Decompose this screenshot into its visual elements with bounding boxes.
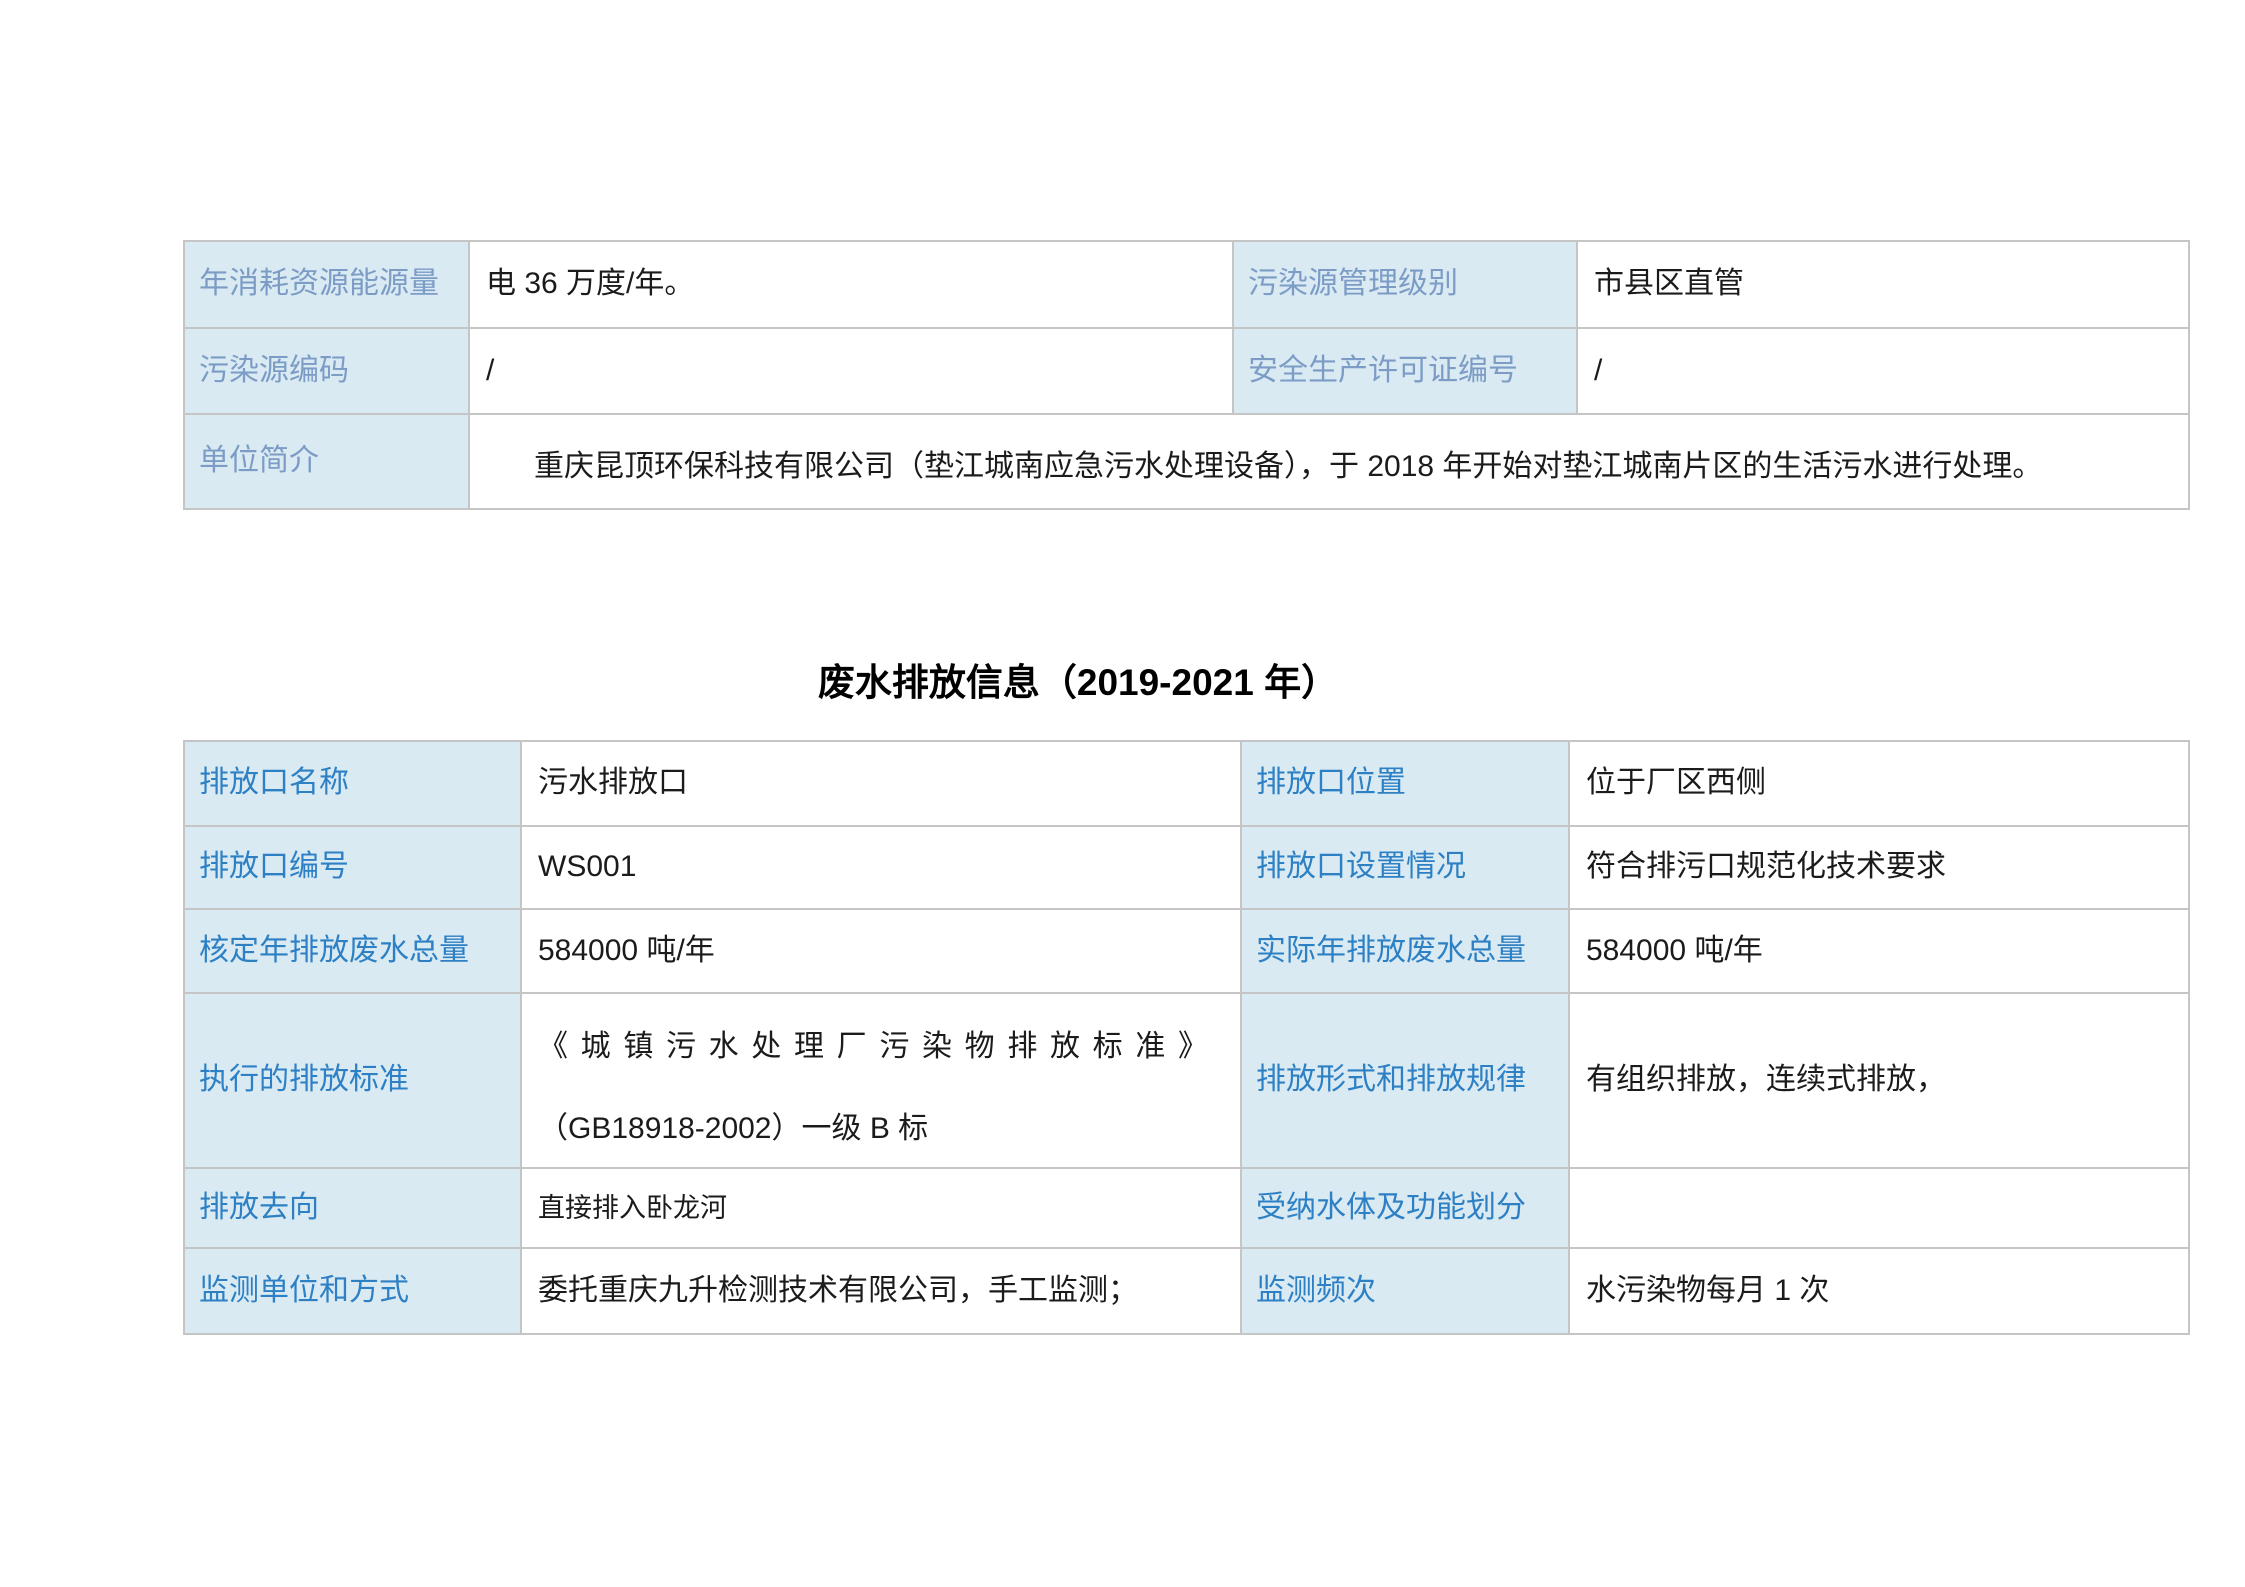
pollution-source-code-value: / xyxy=(470,329,1234,415)
discharge-destination-value: 直接排入卧龙河 xyxy=(522,1169,1242,1249)
outlet-name-value: 污水排放口 xyxy=(522,742,1242,827)
outlet-number-value: WS001 xyxy=(522,827,1242,910)
discharge-form-pattern-value: 有组织排放，连续式排放， xyxy=(1570,994,2190,1169)
outlet-location-value: 位于厂区西侧 xyxy=(1570,742,2190,827)
discharge-destination-label: 排放去向 xyxy=(185,1169,522,1249)
pollution-source-code-label: 污染源编码 xyxy=(185,329,470,415)
company-profile-label: 单位简介 xyxy=(185,415,470,510)
receiving-water-body-value xyxy=(1570,1169,2190,1249)
actual-annual-wastewater-label: 实际年排放废水总量 xyxy=(1242,910,1570,994)
outlet-number-label: 排放口编号 xyxy=(185,827,522,910)
discharge-form-pattern-label: 排放形式和排放规律 xyxy=(1242,994,1570,1169)
approved-annual-wastewater-value: 584000 吨/年 xyxy=(522,910,1242,994)
monitoring-unit-method-value: 委托重庆九升检测技术有限公司，手工监测； xyxy=(522,1249,1242,1335)
company-profile-value: 重庆昆顶环保科技有限公司（垫江城南应急污水处理设备），于 2018 年开始对垫江… xyxy=(470,415,2190,510)
monitoring-frequency-label: 监测频次 xyxy=(1242,1249,1570,1335)
approved-annual-wastewater-label: 核定年排放废水总量 xyxy=(185,910,522,994)
annual-resource-energy-consumption-value: 电 36 万度/年。 xyxy=(470,242,1234,329)
discharge-standard-line1: 《城镇污水处理厂污染物排放标准》 xyxy=(538,1006,1230,1088)
company-profile-text: 重庆昆顶环保科技有限公司（垫江城南应急污水处理设备），于 2018 年开始对垫江… xyxy=(486,447,2178,488)
work-safety-permit-number-value: / xyxy=(1578,329,2190,415)
work-safety-permit-number-label: 安全生产许可证编号 xyxy=(1234,329,1578,415)
monitoring-frequency-value: 水污染物每月 1 次 xyxy=(1570,1249,2190,1335)
discharge-standard-label: 执行的排放标准 xyxy=(185,994,522,1169)
section-title: 废水排放信息（2019-2021 年） xyxy=(183,652,1973,706)
outlet-location-label: 排放口位置 xyxy=(1242,742,1570,827)
outlet-name-label: 排放口名称 xyxy=(185,742,522,827)
discharge-standard-line2: （GB18918-2002）一级 B 标 xyxy=(538,1088,1230,1169)
pollution-source-management-level-label: 污染源管理级别 xyxy=(1234,242,1578,329)
actual-annual-wastewater-value: 584000 吨/年 xyxy=(1570,910,2190,994)
discharge-standard-value: 《城镇污水处理厂污染物排放标准》 （GB18918-2002）一级 B 标 xyxy=(522,994,1242,1169)
outlet-setup-status-value: 符合排污口规范化技术要求 xyxy=(1570,827,2190,910)
pollution-source-management-level-value: 市县区直管 xyxy=(1578,242,2190,329)
monitoring-unit-method-label: 监测单位和方式 xyxy=(185,1249,522,1335)
outlet-setup-status-label: 排放口设置情况 xyxy=(1242,827,1570,910)
annual-resource-energy-consumption-label: 年消耗资源能源量 xyxy=(185,242,470,329)
wastewater-discharge-table: 排放口名称 污水排放口 排放口位置 位于厂区西侧 排放口编号 WS001 排放口… xyxy=(183,740,2190,1335)
basic-info-table: 年消耗资源能源量 电 36 万度/年。 污染源管理级别 市县区直管 污染源编码 … xyxy=(183,240,2190,510)
receiving-water-body-label: 受纳水体及功能划分 xyxy=(1242,1169,1570,1249)
